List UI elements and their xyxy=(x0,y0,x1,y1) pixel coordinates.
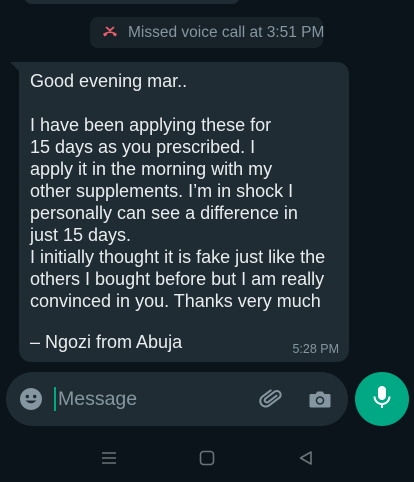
home-icon[interactable] xyxy=(198,449,216,467)
message-line: personally can see a difference in xyxy=(30,203,298,223)
message-line: Good evening mar.. xyxy=(30,71,188,91)
previous-message-bubble xyxy=(24,0,240,4)
attach-icon[interactable] xyxy=(258,386,284,412)
emoji-icon[interactable] xyxy=(19,387,43,411)
message-line: apply it in the morning with my xyxy=(30,159,273,179)
message-line: others I bought before but I am really xyxy=(30,269,325,289)
back-icon[interactable] xyxy=(297,449,315,467)
message-line: I initially thought it is fake just like… xyxy=(30,247,326,267)
recent-apps-icon[interactable] xyxy=(100,449,118,467)
voice-record-button[interactable] xyxy=(355,372,409,426)
system-navigation-bar xyxy=(0,432,414,482)
incoming-message-bubble[interactable]: Good evening mar.. I have been applying … xyxy=(10,62,349,362)
mic-icon xyxy=(371,384,393,415)
message-signature: – Ngozi from Abuja xyxy=(30,332,183,352)
message-timestamp: 5:28 PM xyxy=(292,342,339,356)
message-line: convinced in you. Thanks very much xyxy=(30,291,321,311)
message-line: just 15 days. xyxy=(30,225,132,245)
missed-call-text: Missed voice call at 3:51 PM xyxy=(128,23,325,41)
text-cursor xyxy=(54,387,56,411)
message-line: other supplements. I’m in shock I xyxy=(30,181,294,201)
missed-call-icon xyxy=(101,24,119,42)
message-line: 15 days as you prescribed. I xyxy=(30,137,256,157)
missed-call-notice: Missed voice call at 3:51 PM xyxy=(90,17,325,48)
message-line: I have been applying these for xyxy=(30,115,272,135)
message-composer xyxy=(6,372,348,426)
message-input[interactable] xyxy=(58,380,238,418)
camera-icon[interactable] xyxy=(308,387,332,411)
